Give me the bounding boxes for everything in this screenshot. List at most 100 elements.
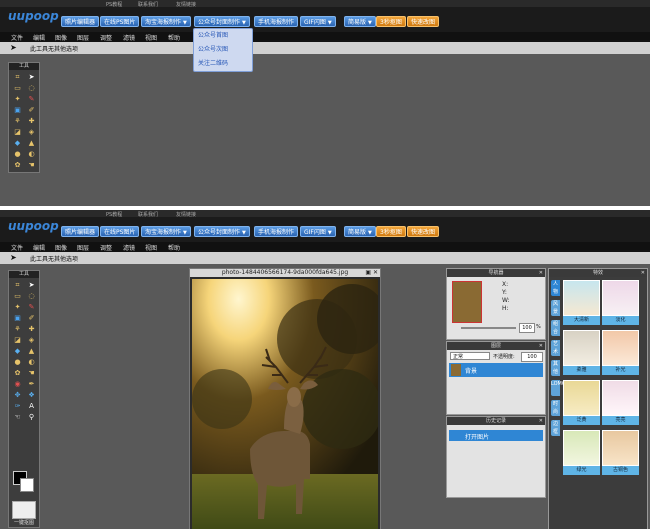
- heal-icon[interactable]: ✚: [25, 116, 38, 126]
- menu-image[interactable]: 图像: [55, 243, 67, 252]
- link-contact[interactable]: 联系我们: [138, 211, 158, 218]
- dodge-icon[interactable]: ●: [11, 357, 24, 367]
- bucket-icon[interactable]: ◈: [25, 335, 38, 345]
- hand-icon[interactable]: ☜: [11, 412, 24, 422]
- background-color-swatch[interactable]: [20, 478, 34, 492]
- heal-icon[interactable]: ✚: [25, 324, 38, 334]
- zoom-slider[interactable]: [461, 327, 516, 329]
- menu-edit[interactable]: 编辑: [33, 33, 45, 42]
- menu-help[interactable]: 帮助: [168, 243, 180, 252]
- nav-quick-edit[interactable]: 快速改图: [407, 226, 440, 237]
- smudge-icon[interactable]: ☚: [25, 368, 38, 378]
- logo[interactable]: uupoop: [8, 219, 59, 233]
- menu-view[interactable]: 视图: [145, 33, 157, 42]
- menu-layer[interactable]: 图层: [77, 33, 89, 42]
- nav-photo-editor[interactable]: 照片编辑器: [61, 226, 100, 237]
- effect-item[interactable]: 泛黄: [563, 380, 600, 428]
- text-icon[interactable]: A: [25, 401, 38, 411]
- dodge-icon[interactable]: ●: [11, 149, 24, 159]
- nav-photo-editor[interactable]: 照片编辑器: [61, 16, 100, 27]
- shape-icon[interactable]: ❖: [25, 390, 38, 400]
- close-icon[interactable]: ✕: [539, 417, 543, 425]
- menu-adjust[interactable]: 调整: [100, 33, 112, 42]
- burn-icon[interactable]: ◐: [25, 149, 38, 159]
- sponge-icon[interactable]: ✿: [11, 368, 24, 378]
- menu-file[interactable]: 文件: [11, 243, 23, 252]
- tab-landscape[interactable]: 风景: [551, 300, 560, 316]
- link-ps-tutorial[interactable]: PS教程: [106, 211, 122, 218]
- gradient-icon[interactable]: ▣: [11, 105, 24, 115]
- close-icon[interactable]: ✕: [539, 342, 543, 350]
- lasso-icon[interactable]: ◌: [25, 83, 38, 93]
- effect-item[interactable]: 古铜色: [602, 430, 639, 478]
- wand-icon[interactable]: ✦: [11, 302, 24, 312]
- bucket-icon[interactable]: ◈: [25, 127, 38, 137]
- sharpen-icon[interactable]: ▲: [25, 346, 38, 356]
- effect-item[interactable]: 补光: [602, 330, 639, 378]
- menu-filter[interactable]: 滤镜: [123, 33, 135, 42]
- link-friends[interactable]: 友情链接: [176, 211, 196, 218]
- opacity-input[interactable]: 100: [521, 352, 543, 362]
- one-click-cutout-icon[interactable]: [12, 501, 36, 519]
- smudge-icon[interactable]: ☚: [25, 160, 38, 170]
- menu-help[interactable]: 帮助: [168, 33, 180, 42]
- deer-photo[interactable]: [192, 279, 378, 529]
- nav-taobao-poster[interactable]: 淘宝海报制作 ▼: [141, 16, 191, 27]
- close-icon[interactable]: ✕: [539, 269, 543, 277]
- effect-item[interactable]: 绿光: [563, 430, 600, 478]
- crop-icon[interactable]: ⌗: [11, 280, 24, 290]
- move-icon[interactable]: ➤: [25, 72, 38, 82]
- nav-gif[interactable]: GIF闪图 ▼: [300, 226, 336, 237]
- menu-file[interactable]: 文件: [11, 33, 23, 42]
- layer-row[interactable]: 背景: [449, 363, 543, 377]
- logo[interactable]: uupoop: [8, 9, 59, 23]
- brush-icon[interactable]: ✐: [25, 313, 38, 323]
- lasso-icon[interactable]: ◌: [25, 291, 38, 301]
- zoom-input[interactable]: 100: [519, 323, 535, 333]
- pencil-icon[interactable]: ✎: [25, 302, 38, 312]
- link-friends[interactable]: 友情链接: [176, 1, 196, 8]
- sponge-icon[interactable]: ✿: [11, 160, 24, 170]
- nav-wechat-cover[interactable]: 公众号封面制作 ▼: [194, 16, 250, 27]
- burn-icon[interactable]: ◐: [25, 357, 38, 367]
- nav-taobao-poster[interactable]: 淘宝海报制作 ▼: [141, 226, 191, 237]
- tab-fashion[interactable]: 时尚: [551, 400, 560, 416]
- close-icon[interactable]: ✕: [641, 269, 645, 277]
- dropdown-item-cover-second[interactable]: 公众号次图: [194, 43, 252, 57]
- effect-item[interactable]: 亮亮: [602, 380, 639, 428]
- marquee-icon[interactable]: ▭: [11, 83, 24, 93]
- pen-icon[interactable]: ✒: [25, 379, 38, 389]
- tab-lomo[interactable]: LOMO: [551, 380, 566, 396]
- menu-layer[interactable]: 图层: [77, 243, 89, 252]
- window-controls-icon[interactable]: ▣ ✕: [365, 269, 378, 277]
- stamp-icon[interactable]: ⚘: [11, 116, 24, 126]
- link-ps-tutorial[interactable]: PS教程: [106, 1, 122, 8]
- sharpen-icon[interactable]: ▲: [25, 138, 38, 148]
- nav-gif[interactable]: GIF闪图 ▼: [300, 16, 336, 27]
- stamp-icon[interactable]: ⚘: [11, 324, 24, 334]
- effect-item[interactable]: 大清新: [563, 280, 600, 328]
- transform-icon[interactable]: ✥: [11, 390, 24, 400]
- crop-icon[interactable]: ⌗: [11, 72, 24, 82]
- effect-item[interactable]: 淡化: [602, 280, 639, 328]
- link-contact[interactable]: 联系我们: [138, 1, 158, 8]
- tab-combo[interactable]: 组合: [551, 320, 560, 336]
- nav-mobile-poster[interactable]: 手机海报制作▼: [254, 226, 299, 237]
- history-item[interactable]: 打开图片: [449, 430, 543, 441]
- navigator-thumbnail[interactable]: [452, 281, 482, 323]
- dropdown-item-qrcode[interactable]: 关注二维码: [194, 57, 252, 71]
- eraser-icon[interactable]: ◪: [11, 335, 24, 345]
- red-eye-icon[interactable]: ◉: [11, 379, 24, 389]
- menu-image[interactable]: 图像: [55, 33, 67, 42]
- tab-other[interactable]: 其他: [551, 360, 560, 376]
- tab-portrait[interactable]: 人物: [551, 280, 560, 296]
- effect-item[interactable]: 柔雅: [563, 330, 600, 378]
- nav-wechat-cover[interactable]: 公众号封面制作 ▼: [194, 226, 250, 237]
- one-click-cutout-label[interactable]: 一键抠图: [10, 519, 38, 526]
- nav-online-ps[interactable]: 在线PS图片: [100, 16, 140, 27]
- nav-mobile-poster[interactable]: 手机海报制作▼: [254, 16, 299, 27]
- pencil-icon[interactable]: ✎: [25, 94, 38, 104]
- eraser-icon[interactable]: ◪: [11, 127, 24, 137]
- nav-3s-cutout[interactable]: 3秒抠图: [376, 16, 406, 27]
- zoom-icon[interactable]: ⚲: [25, 412, 38, 422]
